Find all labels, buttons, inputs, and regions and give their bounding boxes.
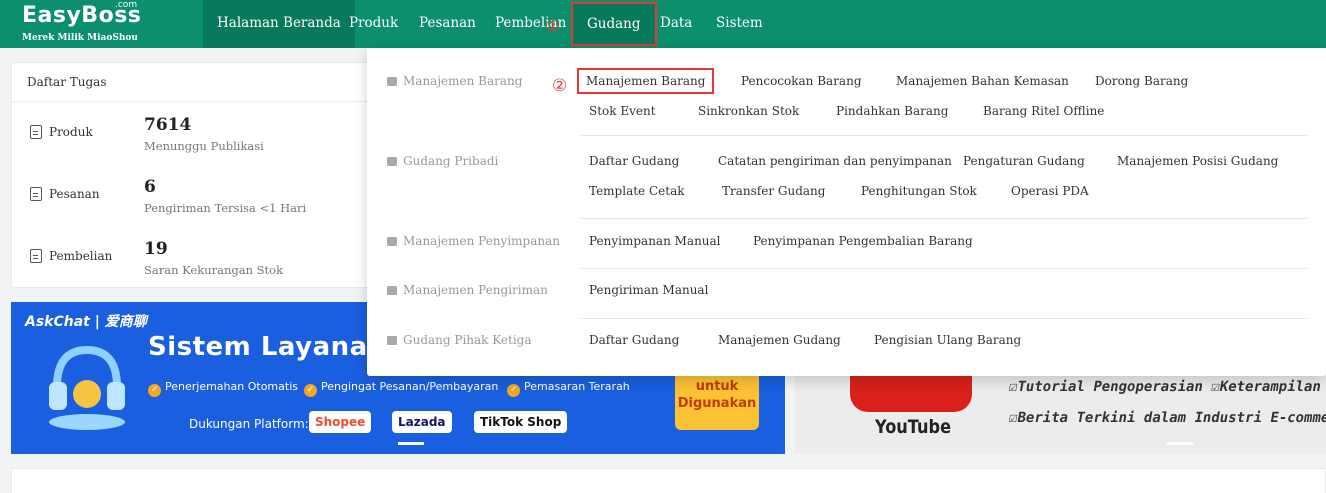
menu-warehouse-list[interactable]: Daftar Gudang xyxy=(589,154,679,168)
task-desc: Pengiriman Tersisa <1 Hari xyxy=(144,201,307,215)
box-icon xyxy=(387,77,397,86)
task-row-orders[interactable]: Pesanan 6 Pengiriman Tersisa <1 Hari xyxy=(12,177,392,243)
group-label-text: Manajemen Barang xyxy=(403,74,523,88)
platform-label: Dukungan Platform: xyxy=(189,417,309,431)
task-list-card: Daftar Tugas Produk 7614 Menunggu Publik… xyxy=(11,62,391,288)
feature-translation: ✓ Penerjemahan Otomatis xyxy=(148,380,298,397)
divider xyxy=(581,318,1307,319)
menu-stocktake[interactable]: Penghitungan Stok xyxy=(861,184,977,198)
menu-return-storage[interactable]: Penyimpanan Pengembalian Barang xyxy=(753,234,973,248)
nav-products[interactable]: Produk xyxy=(335,0,412,48)
task-desc: Menunggu Publikasi xyxy=(144,139,264,153)
feature-marketing: ✓ Pemasaran Terarah xyxy=(507,380,630,397)
carousel-indicator[interactable] xyxy=(1167,442,1193,445)
order-doc-icon xyxy=(30,187,42,201)
menu-item-matching[interactable]: Pencocokan Barang xyxy=(741,74,862,88)
task-count[interactable]: 19 xyxy=(144,239,168,259)
menu-move-items[interactable]: Pindahkan Barang xyxy=(836,104,948,118)
task-label: Produk xyxy=(49,125,93,139)
nav-orders[interactable]: Pesanan xyxy=(405,0,490,48)
menu-offline-retail[interactable]: Barang Ritel Offline xyxy=(983,104,1104,118)
product-doc-icon xyxy=(30,125,42,139)
tiktok-shop-badge: TikTok Shop xyxy=(474,411,568,433)
feature-label: Pemasaran Terarah xyxy=(524,380,630,393)
group-label-text: Gudang Pribadi xyxy=(403,154,499,168)
group-label-text: Manajemen Penyimpanan xyxy=(403,234,560,248)
feature-reminder: ✓ Pengingat Pesanan/Pembayaran xyxy=(304,380,498,397)
group-label-text: Manajemen Pengiriman xyxy=(403,283,548,297)
check-icon: ✓ xyxy=(304,384,317,397)
divider xyxy=(581,218,1307,219)
nav-home[interactable]: Halaman Beranda xyxy=(203,0,355,48)
cta-line-2: Digunakan xyxy=(677,396,757,411)
annotation-step-2: ② xyxy=(552,76,568,96)
outbox-icon xyxy=(387,286,397,295)
globe-icon xyxy=(387,336,397,345)
task-row-products[interactable]: Produk 7614 Menunggu Publikasi xyxy=(12,115,392,181)
menu-print-template[interactable]: Template Cetak xyxy=(589,184,685,198)
feature-label: Pengingat Pesanan/Pembayaran xyxy=(321,380,499,393)
nav-warehouse[interactable]: Gudang xyxy=(571,2,657,46)
menu-push-items[interactable]: Dorong Barang xyxy=(1095,74,1188,88)
menu-event-stock[interactable]: Stok Event xyxy=(589,104,656,118)
menu-manual-shipping[interactable]: Pengiriman Manual xyxy=(589,283,708,297)
top-navigation-bar: EasyBoss .com Merek Milik MiaoShou Halam… xyxy=(0,0,1326,48)
inbox-icon xyxy=(387,237,397,246)
menu-warehouse-transfer[interactable]: Transfer Gudang xyxy=(722,184,825,198)
banner-headline: Sistem Layanan xyxy=(148,332,387,362)
shopee-badge: Shopee xyxy=(309,411,372,433)
feature-label: Penerjemahan Otomatis xyxy=(165,380,298,393)
logo-subtitle: Merek Milik MiaoShou xyxy=(22,33,138,43)
menu-sync-stock[interactable]: Sinkronkan Stok xyxy=(698,104,799,118)
home-icon xyxy=(387,157,397,166)
task-label: Pesanan xyxy=(49,187,100,201)
banner2-line-2: ☑Berita Terkini dalam Industri E-commerc… xyxy=(1007,410,1326,426)
carousel-indicator[interactable] xyxy=(398,442,424,445)
app-logo[interactable]: EasyBoss .com Merek Milik MiaoShou xyxy=(22,0,141,43)
askchat-brand: AskChat | 爱商聊 xyxy=(25,314,147,330)
group-label: Gudang Pihak Ketiga xyxy=(387,333,532,347)
cta-line-1: untuk xyxy=(695,379,739,394)
use-now-button[interactable]: untuk Digunakan xyxy=(675,372,759,430)
group-label: Manajemen Pengiriman xyxy=(387,283,548,297)
menu-replenishment[interactable]: Pengisian Ulang Barang xyxy=(874,333,1021,347)
menu-item-management[interactable]: Manajemen Barang xyxy=(577,68,715,94)
group-label: Manajemen Penyimpanan xyxy=(387,234,560,248)
logo-com: .com xyxy=(115,0,138,10)
menu-manual-storage[interactable]: Penyimpanan Manual xyxy=(589,234,721,248)
menu-warehouse-settings[interactable]: Pengaturan Gudang xyxy=(963,154,1085,168)
lazada-badge: Lazada xyxy=(392,411,452,433)
banner2-line-1: ☑Tutorial Pengoperasian ☑Keterampilan xyxy=(1007,379,1323,395)
menu-tp-warehouse-list[interactable]: Daftar Gudang xyxy=(589,333,679,347)
divider xyxy=(12,101,390,102)
check-icon: ✓ xyxy=(148,384,161,397)
menu-bin-management[interactable]: Manajemen Posisi Gudang xyxy=(1117,154,1278,168)
nav-data[interactable]: Data xyxy=(646,0,706,48)
task-row-purchasing[interactable]: Pembelian 19 Saran Kekurangan Stok xyxy=(12,239,392,305)
menu-pda[interactable]: Operasi PDA xyxy=(1011,184,1089,198)
bottom-panel xyxy=(11,468,1326,493)
annotation-step-1: ① xyxy=(545,17,561,37)
divider xyxy=(581,268,1307,269)
task-label: Pembelian xyxy=(49,249,113,263)
menu-inout-records[interactable]: Catatan pengiriman dan penyimpanan xyxy=(718,154,952,168)
nav-system[interactable]: Sistem xyxy=(702,0,777,48)
group-label: Gudang Pribadi xyxy=(387,154,498,168)
task-count[interactable]: 6 xyxy=(144,177,156,197)
task-list-title: Daftar Tugas xyxy=(27,75,107,89)
group-label-text: Gudang Pihak Ketiga xyxy=(403,333,532,347)
task-count[interactable]: 7614 xyxy=(144,115,191,135)
menu-tp-warehouse-management[interactable]: Manajemen Gudang xyxy=(718,333,841,347)
menu-packaging[interactable]: Manajemen Bahan Kemasan xyxy=(896,74,1069,88)
group-label: Manajemen Barang xyxy=(387,74,522,88)
divider xyxy=(581,135,1307,136)
task-desc: Saran Kekurangan Stok xyxy=(144,263,284,277)
nav-purchasing[interactable]: Pembelian xyxy=(481,0,580,48)
youtube-logo-text: YouTube xyxy=(875,416,952,438)
check-icon: ✓ xyxy=(507,384,520,397)
warehouse-dropdown-menu: Manajemen Barang Manajemen Barang Pencoc… xyxy=(367,48,1326,376)
headset-icon xyxy=(49,345,125,430)
purchase-doc-icon xyxy=(30,249,42,263)
